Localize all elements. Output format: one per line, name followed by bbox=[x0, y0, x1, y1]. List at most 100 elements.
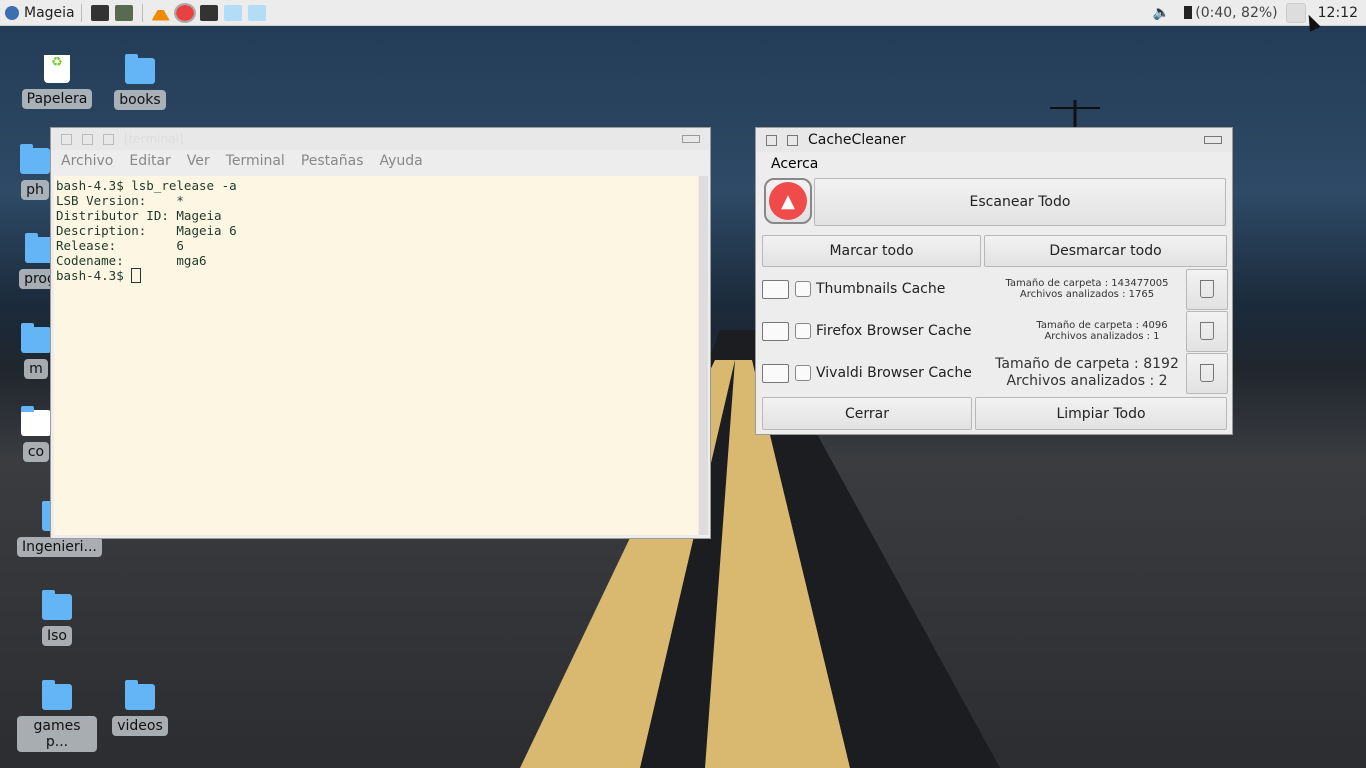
close-icon[interactable] bbox=[61, 133, 72, 145]
folder-icon bbox=[42, 590, 72, 620]
icon-label: videos bbox=[112, 716, 168, 736]
folder-icon[interactable] bbox=[247, 4, 266, 21]
output-line: bash-4.3$ lsb_release -a bbox=[56, 178, 237, 193]
minimize-icon[interactable] bbox=[682, 135, 700, 143]
folder-size: Tamaño de carpeta : 143477005 bbox=[1005, 278, 1169, 289]
file-icon bbox=[21, 406, 51, 436]
menu-ver[interactable]: Ver bbox=[187, 153, 210, 171]
desktop-icon-trash[interactable]: ♻ Papelera bbox=[17, 55, 97, 109]
scan-all-button[interactable]: Escanear Todo bbox=[814, 178, 1226, 226]
output-line: Codename: mga6 bbox=[56, 253, 207, 268]
menu-ayuda[interactable]: Ayuda bbox=[380, 153, 423, 171]
close-icon[interactable] bbox=[766, 134, 777, 146]
terminal-icon[interactable] bbox=[199, 4, 218, 21]
desktop-icon-games[interactable]: games p... bbox=[17, 680, 97, 752]
cache-name: Vivaldi Browser Cache bbox=[816, 365, 972, 381]
delete-button[interactable] bbox=[1186, 352, 1228, 394]
icon-label: games p... bbox=[17, 716, 97, 752]
cache-name: Thumbnails Cache bbox=[816, 281, 946, 297]
delete-button[interactable] bbox=[1186, 310, 1228, 352]
tray-app-icon[interactable] bbox=[1285, 2, 1306, 23]
cachecleaner-icon[interactable] bbox=[173, 2, 196, 23]
menu-bar: Archivo Editar Ver Terminal Pestañas Ayu… bbox=[51, 150, 710, 174]
output-line: Distributor ID: Mageia bbox=[56, 208, 222, 223]
cachecleaner-window: CacheCleaner Acerca ▲ Escanear Todo Marc… bbox=[755, 127, 1233, 435]
trash-icon bbox=[1200, 364, 1214, 382]
shade-icon[interactable] bbox=[787, 134, 798, 146]
scrollbar[interactable] bbox=[699, 176, 708, 535]
maximize-icon[interactable] bbox=[103, 133, 114, 145]
folder-icon bbox=[21, 323, 51, 353]
icon-label: co bbox=[22, 442, 50, 462]
folder-icon bbox=[125, 54, 155, 84]
icon-label: Papelera bbox=[21, 89, 93, 109]
cache-row: Vivaldi Browser Cache Tamaño de carpeta … bbox=[762, 352, 1228, 394]
cache-name: Firefox Browser Cache bbox=[816, 323, 972, 339]
menu-label: Mageia bbox=[24, 4, 75, 21]
top-panel: Mageia 🔈 (0:40, 82%) 12:12 bbox=[0, 0, 1366, 26]
mageia-logo-icon bbox=[5, 5, 19, 20]
terminal-output[interactable]: bash-4.3$ lsb_release -a LSB Version: * Di… bbox=[54, 176, 698, 535]
checkbox[interactable] bbox=[795, 365, 811, 381]
title-bar[interactable]: CacheCleaner bbox=[756, 128, 1232, 152]
separator bbox=[141, 3, 143, 22]
prompt: bash-4.3$ bbox=[56, 268, 132, 283]
trash-icon: ♻ bbox=[44, 55, 70, 83]
menu-acerca[interactable]: Acerca bbox=[771, 156, 818, 172]
minimize-icon[interactable] bbox=[1204, 136, 1222, 144]
menu-archivo[interactable]: Archivo bbox=[61, 153, 113, 171]
output-line: LSB Version: * bbox=[56, 193, 184, 208]
folder-open-icon[interactable] bbox=[762, 279, 789, 299]
folder-open-icon[interactable] bbox=[762, 321, 789, 341]
mark-all-button[interactable]: Marcar todo bbox=[762, 235, 981, 267]
title-bar[interactable]: [terminal] bbox=[51, 128, 710, 150]
folder-icon[interactable] bbox=[223, 4, 242, 21]
window-title: [terminal] bbox=[124, 132, 184, 146]
menu-pestanas[interactable]: Pestañas bbox=[301, 153, 364, 171]
cache-row: Thumbnails Cache Tamaño de carpeta : 143… bbox=[762, 268, 1228, 310]
file-manager-icon[interactable] bbox=[114, 4, 133, 21]
broom-icon: ▲ bbox=[769, 182, 807, 220]
icon-label: Ingenieri... bbox=[17, 537, 102, 557]
folder-icon bbox=[20, 144, 50, 174]
folder-icon bbox=[125, 680, 155, 710]
close-button[interactable]: Cerrar bbox=[762, 397, 972, 430]
checkbox[interactable] bbox=[795, 323, 811, 339]
shade-icon[interactable] bbox=[82, 133, 93, 145]
mageia-menu-button[interactable]: Mageia bbox=[5, 5, 75, 21]
menu-editar[interactable]: Editar bbox=[129, 153, 170, 171]
clock[interactable]: 12:12 bbox=[1318, 5, 1358, 21]
output-line: Release: 6 bbox=[56, 238, 184, 253]
checkbox[interactable] bbox=[795, 281, 811, 297]
output-line: Description: Mageia 6 bbox=[56, 223, 237, 238]
files-count: Archivos analizados : 1 bbox=[1044, 331, 1160, 342]
battery-status[interactable]: (0:40, 82%) bbox=[1195, 5, 1277, 21]
cache-row: Firefox Browser Cache Tamaño de carpeta … bbox=[762, 310, 1228, 352]
app-logo-button[interactable]: ▲ bbox=[764, 178, 812, 224]
trash-icon bbox=[1200, 280, 1214, 298]
terminal-window: [terminal] Archivo Editar Ver Terminal P… bbox=[50, 127, 711, 539]
menu-terminal[interactable]: Terminal bbox=[226, 153, 285, 171]
window-title: CacheCleaner bbox=[808, 132, 906, 148]
desktop-icon-books[interactable]: books bbox=[100, 54, 180, 110]
desktop-icon-iso[interactable]: Iso bbox=[17, 590, 97, 646]
desktop-icon-videos[interactable]: videos bbox=[100, 680, 180, 736]
unmark-all-button[interactable]: Desmarcar todo bbox=[984, 235, 1227, 267]
folder-size: Tamaño de carpeta : 8192 bbox=[995, 356, 1179, 372]
cursor bbox=[131, 268, 142, 283]
icon-label: m bbox=[24, 359, 48, 379]
icon-label: Iso bbox=[42, 626, 72, 646]
icon-label: books bbox=[114, 90, 166, 110]
vlc-icon[interactable] bbox=[151, 4, 170, 21]
files-count: Archivos analizados : 2 bbox=[1006, 373, 1168, 389]
volume-icon[interactable]: 🔈 bbox=[1153, 5, 1170, 21]
trash-icon bbox=[1200, 322, 1214, 340]
folder-icon bbox=[42, 680, 72, 710]
battery-icon[interactable] bbox=[1184, 6, 1193, 19]
files-count: Archivos analizados : 1765 bbox=[1019, 289, 1155, 300]
terminal-icon[interactable] bbox=[90, 4, 109, 21]
delete-button[interactable] bbox=[1186, 268, 1228, 310]
folder-open-icon[interactable] bbox=[762, 363, 789, 383]
clean-all-button[interactable]: Limpiar Todo bbox=[975, 397, 1227, 430]
separator bbox=[80, 3, 82, 22]
